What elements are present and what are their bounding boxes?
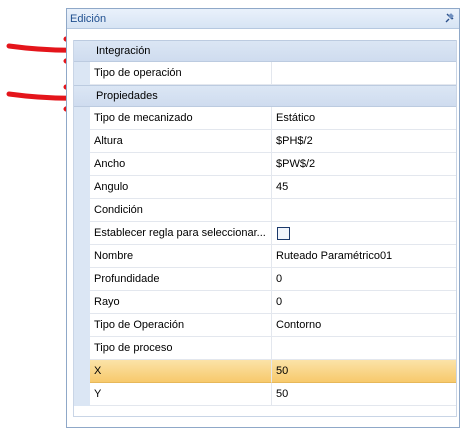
property-name: Tipo de proceso bbox=[90, 337, 272, 360]
property-name: Ancho bbox=[90, 153, 272, 176]
property-row-y[interactable]: Y 50 bbox=[74, 383, 456, 406]
property-name: Nombre bbox=[90, 245, 272, 268]
property-name: Tipo de Operación bbox=[90, 314, 272, 337]
property-value[interactable]: Estático bbox=[272, 107, 456, 130]
category-integracion[interactable]: Integración bbox=[74, 40, 456, 62]
property-value[interactable]: 45 bbox=[272, 176, 456, 199]
property-name: Tipo de mecanizado bbox=[90, 107, 272, 130]
property-value[interactable]: $PW$/2 bbox=[272, 153, 456, 176]
property-value[interactable]: 50 bbox=[272, 360, 456, 383]
property-value[interactable]: 0 bbox=[272, 268, 456, 291]
property-value[interactable] bbox=[272, 199, 456, 222]
property-value[interactable] bbox=[272, 337, 456, 360]
property-value[interactable]: 50 bbox=[272, 383, 456, 406]
property-row-tipo-mecanizado[interactable]: Tipo de mecanizado Estático bbox=[74, 107, 456, 130]
property-value[interactable]: $PH$/2 bbox=[272, 130, 456, 153]
property-value[interactable] bbox=[272, 62, 456, 85]
property-name: Y bbox=[90, 383, 272, 406]
property-row-altura[interactable]: Altura $PH$/2 bbox=[74, 130, 456, 153]
panel-titlebar: Edición bbox=[67, 9, 459, 29]
category-propiedades[interactable]: Propiedades bbox=[74, 85, 456, 107]
property-row-condicion[interactable]: Condición bbox=[74, 199, 456, 222]
property-name: Rayo bbox=[90, 291, 272, 314]
property-name: Profundidade bbox=[90, 268, 272, 291]
property-name: Altura bbox=[90, 130, 272, 153]
property-row-tipo-operacion[interactable]: Tipo de operación bbox=[74, 62, 456, 85]
pin-icon[interactable] bbox=[443, 13, 455, 25]
property-name: Condición bbox=[90, 199, 272, 222]
property-grid: Integración Tipo de operación Propiedade… bbox=[73, 40, 457, 417]
property-value[interactable]: Contorno bbox=[272, 314, 456, 337]
property-row-tipo-proceso[interactable]: Tipo de proceso bbox=[74, 337, 456, 360]
property-value[interactable]: 0 bbox=[272, 291, 456, 314]
property-row-tipo-de-operacion[interactable]: Tipo de Operación Contorno bbox=[74, 314, 456, 337]
category-label: Propiedades bbox=[96, 90, 158, 102]
edition-panel: Edición Integración Tipo de operación Pr… bbox=[66, 8, 460, 428]
property-row-angulo[interactable]: Angulo 45 bbox=[74, 176, 456, 199]
category-label: Integración bbox=[96, 45, 151, 57]
property-row-rayo[interactable]: Rayo 0 bbox=[74, 291, 456, 314]
property-name: Tipo de operación bbox=[90, 62, 272, 85]
property-value bbox=[272, 222, 456, 245]
property-name: Angulo bbox=[90, 176, 272, 199]
property-row-nombre[interactable]: Nombre Ruteado Paramétrico01 bbox=[74, 245, 456, 268]
property-row-ancho[interactable]: Ancho $PW$/2 bbox=[74, 153, 456, 176]
regla-checkbox[interactable] bbox=[277, 226, 290, 240]
property-name: Establecer regla para seleccionar... bbox=[90, 222, 272, 245]
property-name: X bbox=[90, 360, 272, 383]
property-value[interactable]: Ruteado Paramétrico01 bbox=[272, 245, 456, 268]
panel-title: Edición bbox=[70, 12, 107, 25]
property-row-x[interactable]: X 50 bbox=[74, 360, 456, 383]
property-row-profundidade[interactable]: Profundidade 0 bbox=[74, 268, 456, 291]
property-row-establecer-regla[interactable]: Establecer regla para seleccionar... bbox=[74, 222, 456, 245]
